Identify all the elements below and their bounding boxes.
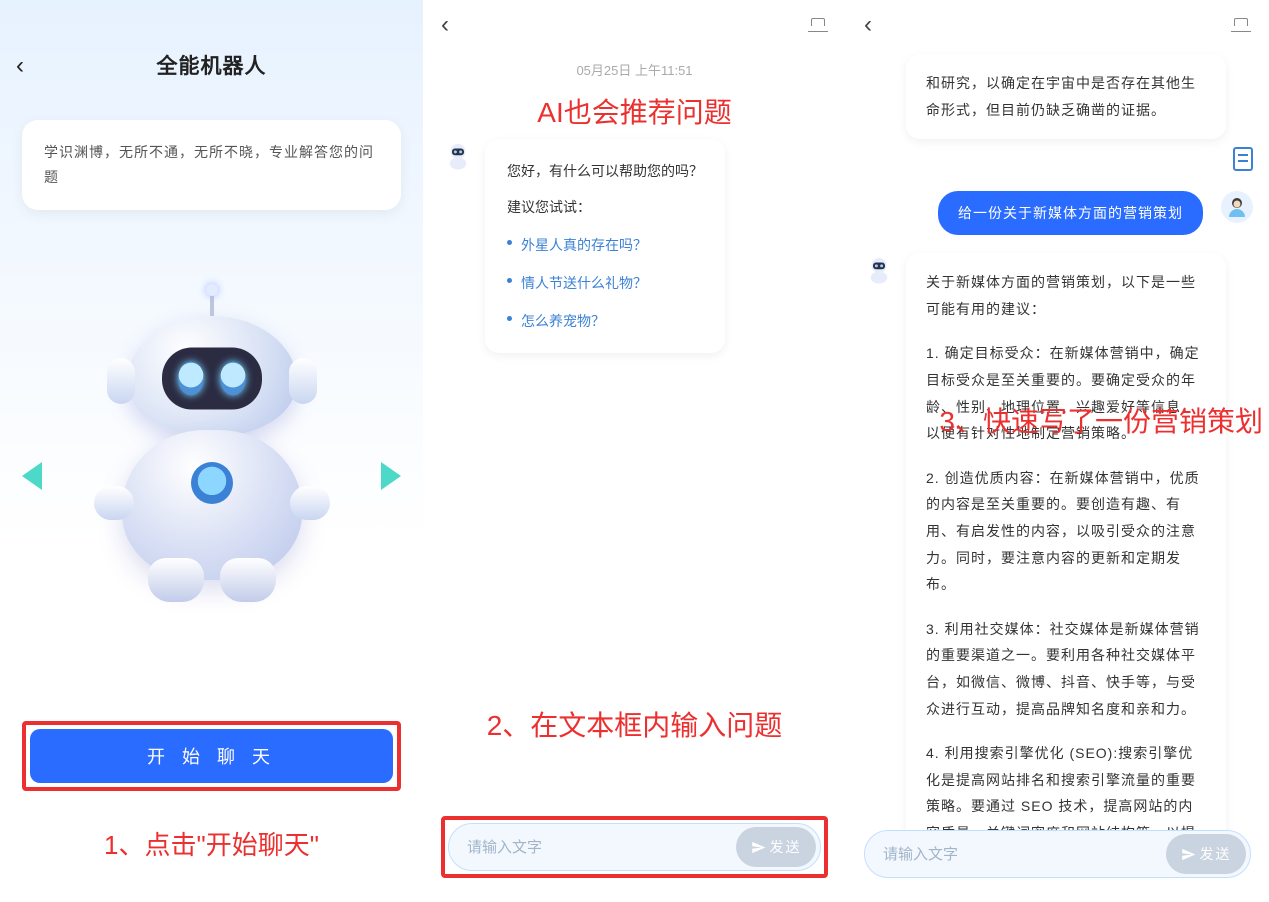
bot-message-prev: 和研究，以确定在宇宙中是否存在其他生命形式，但目前仍缺乏确凿的证据。 bbox=[906, 54, 1226, 139]
suggestion-link[interactable]: 情人节送什么礼物？ bbox=[507, 269, 703, 297]
archive-icon[interactable] bbox=[808, 15, 828, 35]
chat-input[interactable] bbox=[467, 839, 736, 856]
suggestion-link[interactable]: 怎么养宠物？ bbox=[507, 307, 703, 335]
page-title: 全能机器人 bbox=[18, 50, 405, 80]
greeting-text: 您好，有什么可以帮助您的吗？ bbox=[507, 157, 703, 185]
copy-icon[interactable] bbox=[1233, 147, 1253, 171]
suggest-label: 建议您试试： bbox=[507, 193, 703, 221]
screen-chat-reply: ‹ 和研究，以确定在宇宙中是否存在其他生命形式，但目前仍缺乏确凿的证据。 给一份… bbox=[846, 0, 1269, 902]
suggestion-link[interactable]: 外星人真的存在吗？ bbox=[507, 231, 703, 259]
timestamp: 05月25日 上午11:51 bbox=[441, 60, 828, 79]
annotation-top: AI也会推荐问题 bbox=[441, 91, 828, 131]
annotation-step2: 2、在文本框内输入问题 bbox=[423, 704, 846, 744]
back-icon[interactable]: ‹ bbox=[441, 11, 449, 39]
user-message: 给一份关于新媒体方面的营销策划 bbox=[938, 191, 1203, 235]
intro-card: 学识渊博，无所不通，无所不晓，专业解答您的问题 bbox=[22, 120, 401, 210]
send-icon bbox=[751, 840, 766, 855]
archive-icon[interactable] bbox=[1231, 15, 1251, 35]
back-icon[interactable]: ‹ bbox=[864, 11, 872, 39]
send-button[interactable]: 发送 bbox=[1166, 834, 1246, 874]
highlight-frame: 发送 bbox=[441, 816, 828, 878]
back-icon[interactable]: ‹ bbox=[16, 52, 24, 80]
bot-avatar-icon bbox=[441, 139, 475, 173]
send-button[interactable]: 发送 bbox=[736, 827, 816, 867]
user-avatar-icon bbox=[1221, 191, 1253, 223]
screen-intro: ‹ 全能机器人 学识渊博，无所不通，无所不晓，专业解答您的问题 开 始 聊 天 … bbox=[0, 0, 423, 902]
start-chat-button[interactable]: 开 始 聊 天 bbox=[30, 729, 393, 783]
bot-avatar-icon bbox=[862, 253, 896, 287]
bot-message-reply: 关于新媒体方面的营销策划，以下是一些可能有用的建议： 1. 确定目标受众：在新媒… bbox=[906, 253, 1226, 830]
carousel-prev-icon[interactable] bbox=[22, 462, 42, 490]
chat-input[interactable] bbox=[883, 846, 1166, 863]
send-icon bbox=[1181, 847, 1196, 862]
annotation-step1: 1、点击"开始聊天" bbox=[22, 825, 401, 862]
carousel-next-icon[interactable] bbox=[381, 462, 401, 490]
screen-chat-empty: ‹ 05月25日 上午11:51 AI也会推荐问题 您好，有什么可以帮助您的吗？… bbox=[423, 0, 846, 902]
bot-message: 您好，有什么可以帮助您的吗？ 建议您试试： 外星人真的存在吗？ 情人节送什么礼物… bbox=[485, 139, 725, 353]
robot-illustration bbox=[0, 240, 423, 711]
annotation-step3: 3、快速写了一份营销策划 bbox=[846, 400, 1269, 440]
highlight-frame: 开 始 聊 天 bbox=[22, 721, 401, 791]
